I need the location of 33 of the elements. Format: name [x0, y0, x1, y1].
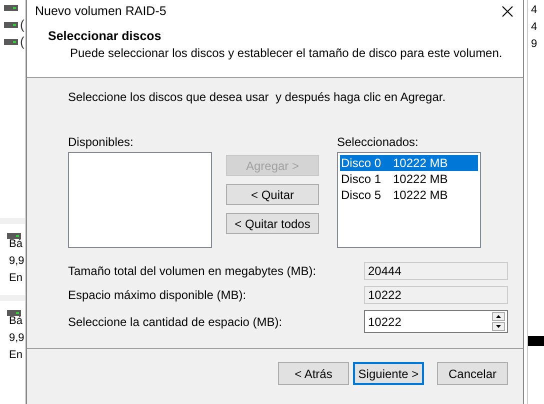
list-label: Disponibles: [68, 135, 134, 149]
disk-list-item[interactable]: Disco 0 10222 MB [340, 155, 478, 171]
disk-info-text: En [9, 271, 24, 286]
disk-info-text: 9,9 [9, 331, 25, 346]
readonly-field: 10222 [364, 286, 508, 304]
size-text: 9 [531, 37, 538, 52]
wizard-button[interactable]: Cancelar [437, 362, 508, 385]
page-subtitle: Puede seleccionar los discos y establecer el tamaño de disco para este volumen. [70, 46, 504, 60]
wizard-button[interactable]: Siguiente > [353, 362, 424, 385]
disk-info-text: 9,9 [9, 254, 25, 269]
field-label: Seleccione la cantidad de espacio (MB): [68, 314, 282, 328]
size-text: 4 [531, 20, 538, 35]
wizard-button[interactable]: < Atrás [278, 362, 349, 385]
disk-list-item[interactable]: Disco 1 10222 MB [340, 171, 478, 187]
selected-disks-list[interactable]: Disco 0 10222 MB Disco 1 10222 MB Disco 5 10222 MB [337, 152, 481, 248]
disk-info-text: En [9, 348, 24, 363]
move-button[interactable]: < Quitar todos [226, 213, 319, 234]
instructions-text: Seleccione los discos que desea usar y después haga clic en Agregar. [68, 90, 447, 104]
size-text: 4 [531, 3, 538, 18]
close-icon[interactable] [502, 6, 513, 16]
disk-list-item[interactable]: Disco 5 10222 MB [340, 187, 478, 203]
available-disks-list[interactable] [68, 152, 212, 248]
window-title: Nuevo volumen RAID-5 [35, 4, 166, 18]
selection-bar [528, 336, 544, 346]
readonly-field: 20444 [364, 262, 508, 280]
spinner-field[interactable]: 10222 [364, 310, 508, 333]
disk-info-text: Bá [9, 237, 24, 252]
page-title: Seleccionar discos [48, 29, 162, 43]
field-label: Espacio máximo disponible (MB): [68, 288, 246, 302]
disk-info-text: Bá [9, 314, 24, 329]
field-label: Tamaño total del volumen en megabytes (MB): [68, 264, 316, 278]
move-button[interactable]: < Quitar [226, 184, 319, 205]
list-label: Seleccionados: [337, 135, 420, 149]
